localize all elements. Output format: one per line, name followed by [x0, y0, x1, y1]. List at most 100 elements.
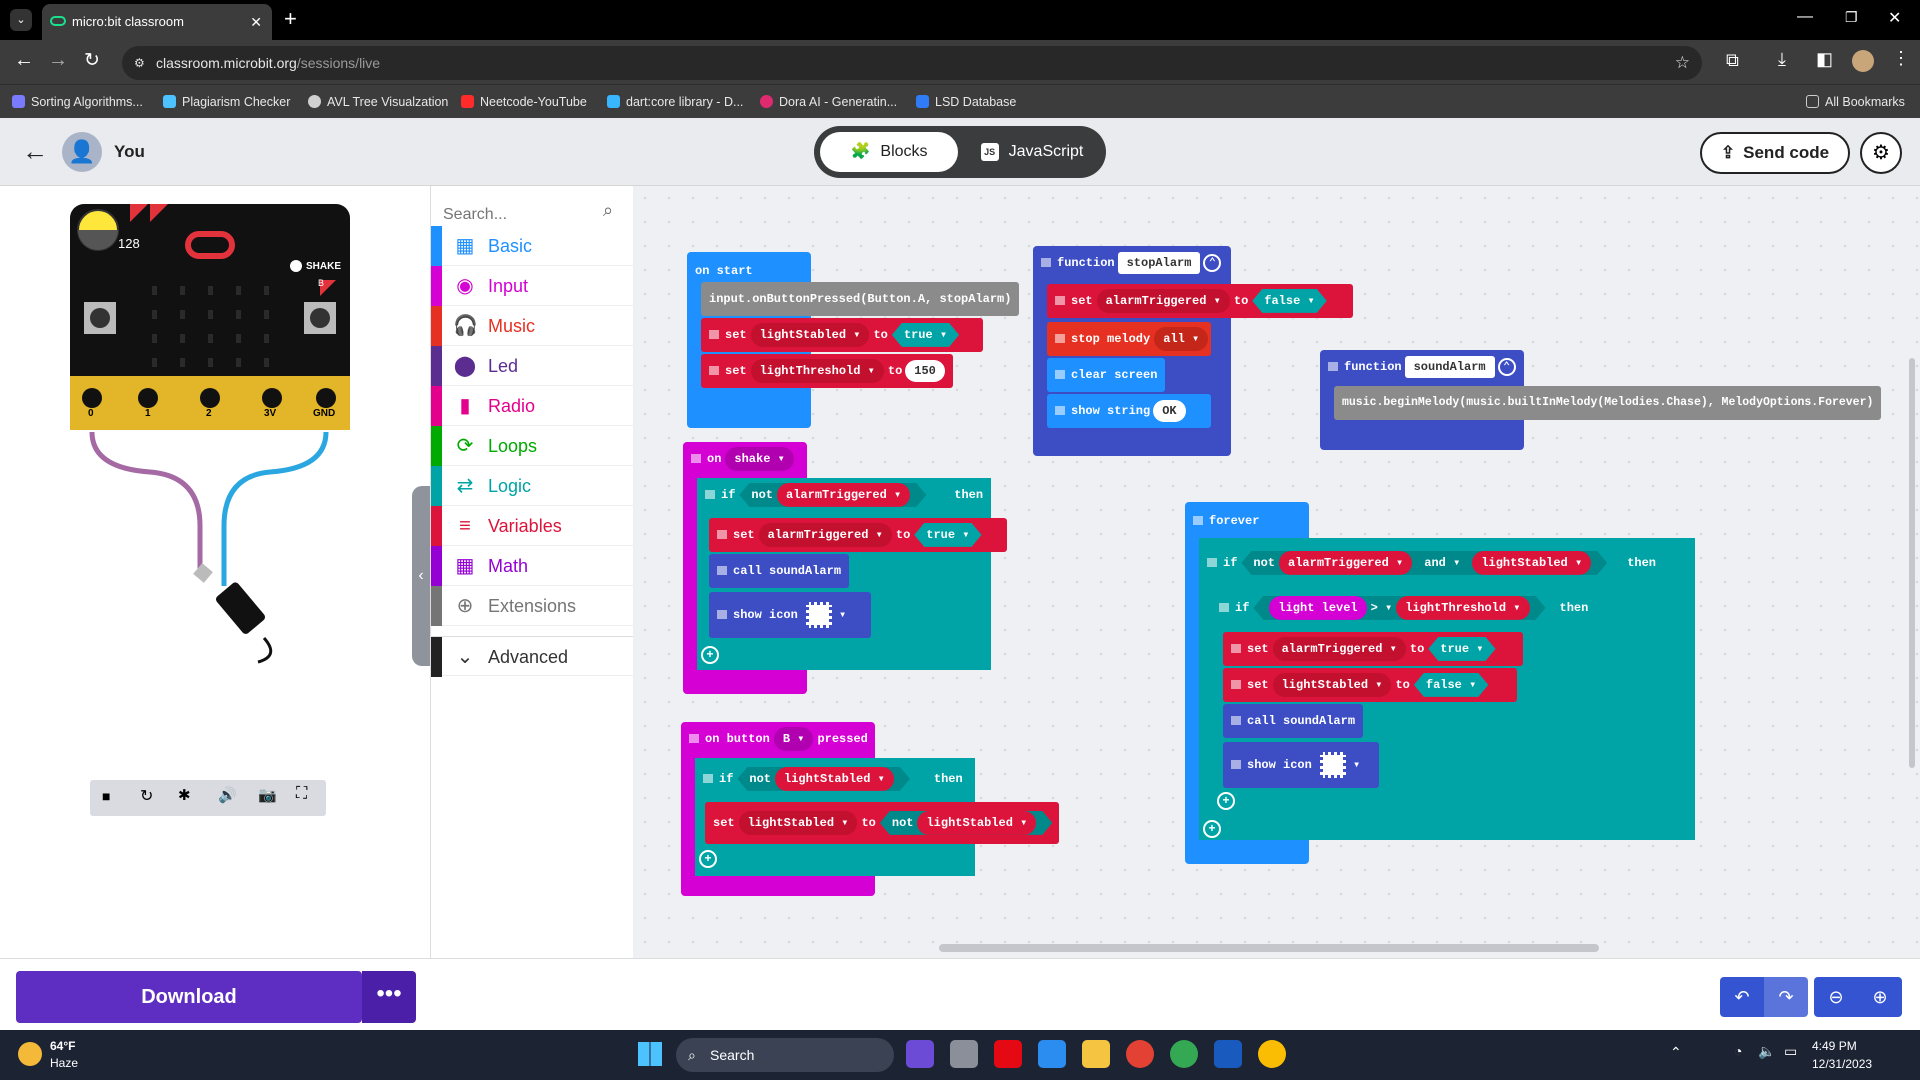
restore-icon[interactable]: ❐: [1845, 9, 1858, 26]
if-block[interactable]: ifnotalarmTriggeredandlightStabledthen: [1199, 542, 1695, 584]
chrome-icon[interactable]: [1170, 1040, 1198, 1068]
toolbox-category-loops[interactable]: ⟳ Loops: [431, 426, 634, 466]
variable-dropdown[interactable]: lightStabled: [750, 322, 870, 347]
zoom-out-icon[interactable]: ⊖: [1814, 977, 1858, 1017]
close-tab-icon[interactable]: ✕: [250, 4, 262, 40]
js-statement-block[interactable]: input.onButtonPressed(Button.A, stopAlar…: [701, 282, 1020, 316]
wifi-icon[interactable]: ◔: [1734, 1043, 1742, 1059]
variable-dropdown[interactable]: alarmTriggered: [758, 522, 892, 547]
store-icon[interactable]: [1038, 1040, 1066, 1068]
netflix-icon[interactable]: [994, 1040, 1022, 1068]
all-bookmarks[interactable]: All Bookmarks: [1806, 85, 1905, 119]
toolbox-category-logic[interactable]: ⇄ Logic: [431, 466, 634, 506]
heart-icon[interactable]: [1319, 751, 1346, 778]
start-icon[interactable]: [638, 1042, 662, 1066]
set-variable-block[interactable]: setalarmTriggeredtotrue: [1223, 632, 1523, 666]
clock-date[interactable]: 12/31/2023: [1812, 1057, 1872, 1071]
toolbox-category-basic[interactable]: ▦ Basic: [431, 226, 634, 266]
restart-icon[interactable]: ↻: [140, 786, 153, 806]
light-level-block[interactable]: light level: [1269, 596, 1366, 620]
add-else-icon[interactable]: +: [701, 646, 719, 664]
melody-scope-dropdown[interactable]: all: [1154, 326, 1209, 351]
mute-icon[interactable]: 🔊: [218, 786, 237, 804]
add-else-icon[interactable]: +: [1217, 792, 1235, 810]
clear-screen-block[interactable]: clear screen: [1047, 358, 1166, 392]
more-options-button[interactable]: •••: [362, 971, 416, 1023]
set-variable-block[interactable]: setalarmTriggeredtotrue: [709, 518, 1007, 552]
file-explorer-icon[interactable]: [1082, 1040, 1110, 1068]
boolean-dropdown[interactable]: true: [914, 523, 981, 547]
boolean-dropdown[interactable]: true: [892, 323, 959, 347]
variable-dropdown[interactable]: alarmTriggered: [1096, 288, 1230, 313]
add-else-icon[interactable]: +: [1203, 820, 1221, 838]
js-statement-block[interactable]: music.beginMelody(music.builtInMelody(Me…: [1334, 386, 1882, 420]
undo-icon[interactable]: ↶: [1720, 977, 1764, 1017]
blocks-tab[interactable]: 🧩 Blocks: [820, 132, 958, 172]
string-input[interactable]: OK: [1153, 399, 1186, 422]
reload-icon[interactable]: ↻: [84, 49, 100, 72]
comparison-dropdown[interactable]: >: [1371, 601, 1393, 615]
bookmark-item[interactable]: AVL Tree Visualzation: [308, 85, 448, 119]
clock-time[interactable]: 4:49 PM: [1812, 1039, 1857, 1053]
show-string-block[interactable]: show string OK: [1047, 394, 1211, 428]
send-code-button[interactable]: ⇪ Send code: [1700, 132, 1850, 174]
chrome-icon[interactable]: [1258, 1040, 1286, 1068]
app-icon[interactable]: [906, 1040, 934, 1068]
bookmark-item[interactable]: Neetcode-YouTube: [461, 85, 587, 119]
bookmark-item[interactable]: dart:core library - D...: [607, 85, 743, 119]
stop-icon[interactable]: ■: [102, 788, 110, 804]
toolbox-advanced[interactable]: ⌄ Advanced: [431, 636, 634, 677]
collapse-simulator-icon[interactable]: ‹: [412, 486, 430, 666]
show-icon-block[interactable]: show icon ▾: [709, 592, 871, 638]
new-tab-icon[interactable]: +: [284, 6, 297, 32]
settings-gear-icon[interactable]: ⚙: [1860, 132, 1902, 174]
app-icon[interactable]: [950, 1040, 978, 1068]
weather-icon[interactable]: [18, 1042, 42, 1066]
forward-icon[interactable]: →: [48, 49, 68, 72]
boolean-dropdown[interactable]: false: [1414, 673, 1488, 697]
call-function-block[interactable]: call soundAlarm: [709, 554, 850, 588]
set-variable-block[interactable]: setlightStabledtofalse: [1223, 668, 1517, 702]
set-variable-block[interactable]: setlightStabledtonotlightStabled: [705, 802, 1059, 844]
bookmark-item[interactable]: LSD Database: [916, 85, 1016, 119]
taskbar-search-input[interactable]: ⌕ Search: [676, 1038, 894, 1072]
javascript-tab[interactable]: JS JavaScript: [964, 132, 1100, 172]
site-info-icon[interactable]: ⚙: [134, 46, 145, 80]
toolbox-category-variables[interactable]: ≡ Variables: [431, 506, 634, 546]
redo-icon[interactable]: ↷: [1764, 977, 1808, 1017]
if-block[interactable]: ifnotlightStabledthen: [695, 762, 975, 796]
downloads-icon[interactable]: ⤓: [1778, 49, 1786, 70]
bookmark-star-icon[interactable]: ☆: [1675, 46, 1690, 80]
volume-icon[interactable]: 🔈: [1758, 1043, 1775, 1060]
variable-dropdown[interactable]: lightThreshold: [750, 358, 884, 383]
blocks-workspace[interactable]: on start input.onButtonPressed(Button.A,…: [633, 186, 1920, 958]
microbit-simulator[interactable]: [0, 186, 430, 706]
variable-dropdown[interactable]: lightStabled: [1272, 672, 1392, 697]
collapse-icon[interactable]: ⌃: [1497, 357, 1516, 376]
bookmark-item[interactable]: Sorting Algorithms...: [12, 85, 143, 119]
extensions-icon[interactable]: ⧉: [1726, 50, 1739, 71]
debug-icon[interactable]: ✱: [178, 786, 191, 804]
screenshot-icon[interactable]: 📷: [258, 786, 277, 804]
set-variable-block[interactable]: setalarmTriggeredtofalse: [1047, 284, 1353, 318]
boolean-dropdown[interactable]: false: [1252, 289, 1326, 313]
function-name-input[interactable]: stopAlarm: [1117, 251, 1201, 274]
variable-dropdown[interactable]: lightStabled: [738, 810, 858, 835]
boolean-dropdown[interactable]: true: [1428, 637, 1495, 661]
browser-tab[interactable]: micro:bit classroom ✕: [42, 4, 272, 40]
side-panel-icon[interactable]: ◧: [1816, 49, 1833, 70]
operator-dropdown[interactable]: and: [1424, 556, 1460, 570]
back-arrow-icon[interactable]: ←: [22, 136, 48, 167]
profile-avatar[interactable]: [1852, 50, 1874, 72]
button-dropdown[interactable]: B: [773, 726, 814, 751]
stop-melody-block[interactable]: stop melody all: [1047, 322, 1211, 356]
collapse-icon[interactable]: ⌃: [1203, 253, 1222, 272]
nested-if-block[interactable]: iflight level>lightThresholdthen: [1211, 588, 1588, 628]
horizontal-scrollbar[interactable]: [939, 944, 1599, 952]
variable-dropdown[interactable]: alarmTriggered: [1279, 551, 1412, 575]
variable-dropdown[interactable]: lightThreshold: [1396, 596, 1529, 620]
if-block[interactable]: ifnotalarmTriggeredthen: [697, 478, 991, 512]
back-icon[interactable]: ←: [14, 49, 34, 72]
variable-dropdown[interactable]: alarmTriggered: [777, 483, 910, 507]
heart-icon[interactable]: [805, 601, 832, 628]
